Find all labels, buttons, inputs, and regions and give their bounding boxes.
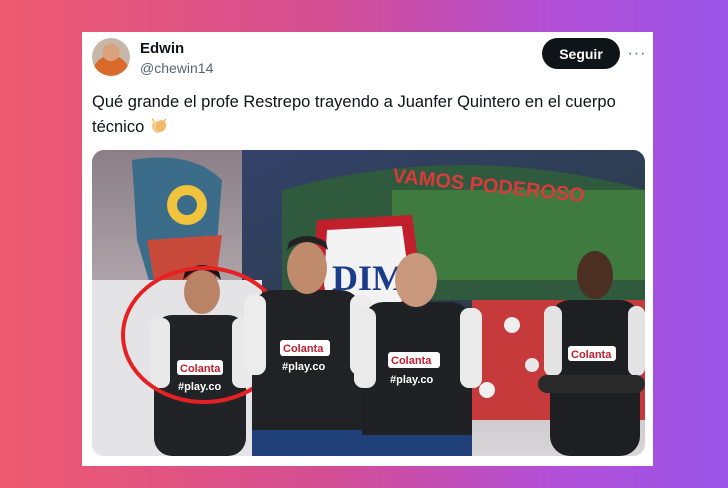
more-options-icon[interactable]: ··· xyxy=(627,44,647,64)
tweet-photo[interactable]: VAMOS PODEROSO DIM Colanta #play.co Cola… xyxy=(92,150,645,456)
tweet-card: Edwin @chewin14 Seguir ··· Qué grande el… xyxy=(82,32,653,466)
person-1-sponsor: Colanta xyxy=(180,363,221,375)
author-name[interactable]: Edwin xyxy=(140,40,184,57)
person-2-sponsor: Colanta xyxy=(283,343,324,355)
person-1-sponsor2: #play.co xyxy=(178,381,221,393)
author-avatar[interactable] xyxy=(92,38,130,76)
tweet-text: Qué grande el profe Restrepo trayendo a … xyxy=(92,90,644,140)
person-3-sponsor2: #play.co xyxy=(390,374,433,386)
person-4-sponsor: Colanta xyxy=(571,349,612,361)
tweet-text-body: Qué grande el profe Restrepo trayendo a … xyxy=(92,93,616,136)
person-3-sponsor: Colanta xyxy=(391,355,432,367)
clapping-hands-icon xyxy=(149,117,169,135)
person-2-sponsor2: #play.co xyxy=(282,361,325,373)
follow-button[interactable]: Seguir xyxy=(542,38,620,69)
author-handle[interactable]: @chewin14 xyxy=(140,60,213,76)
